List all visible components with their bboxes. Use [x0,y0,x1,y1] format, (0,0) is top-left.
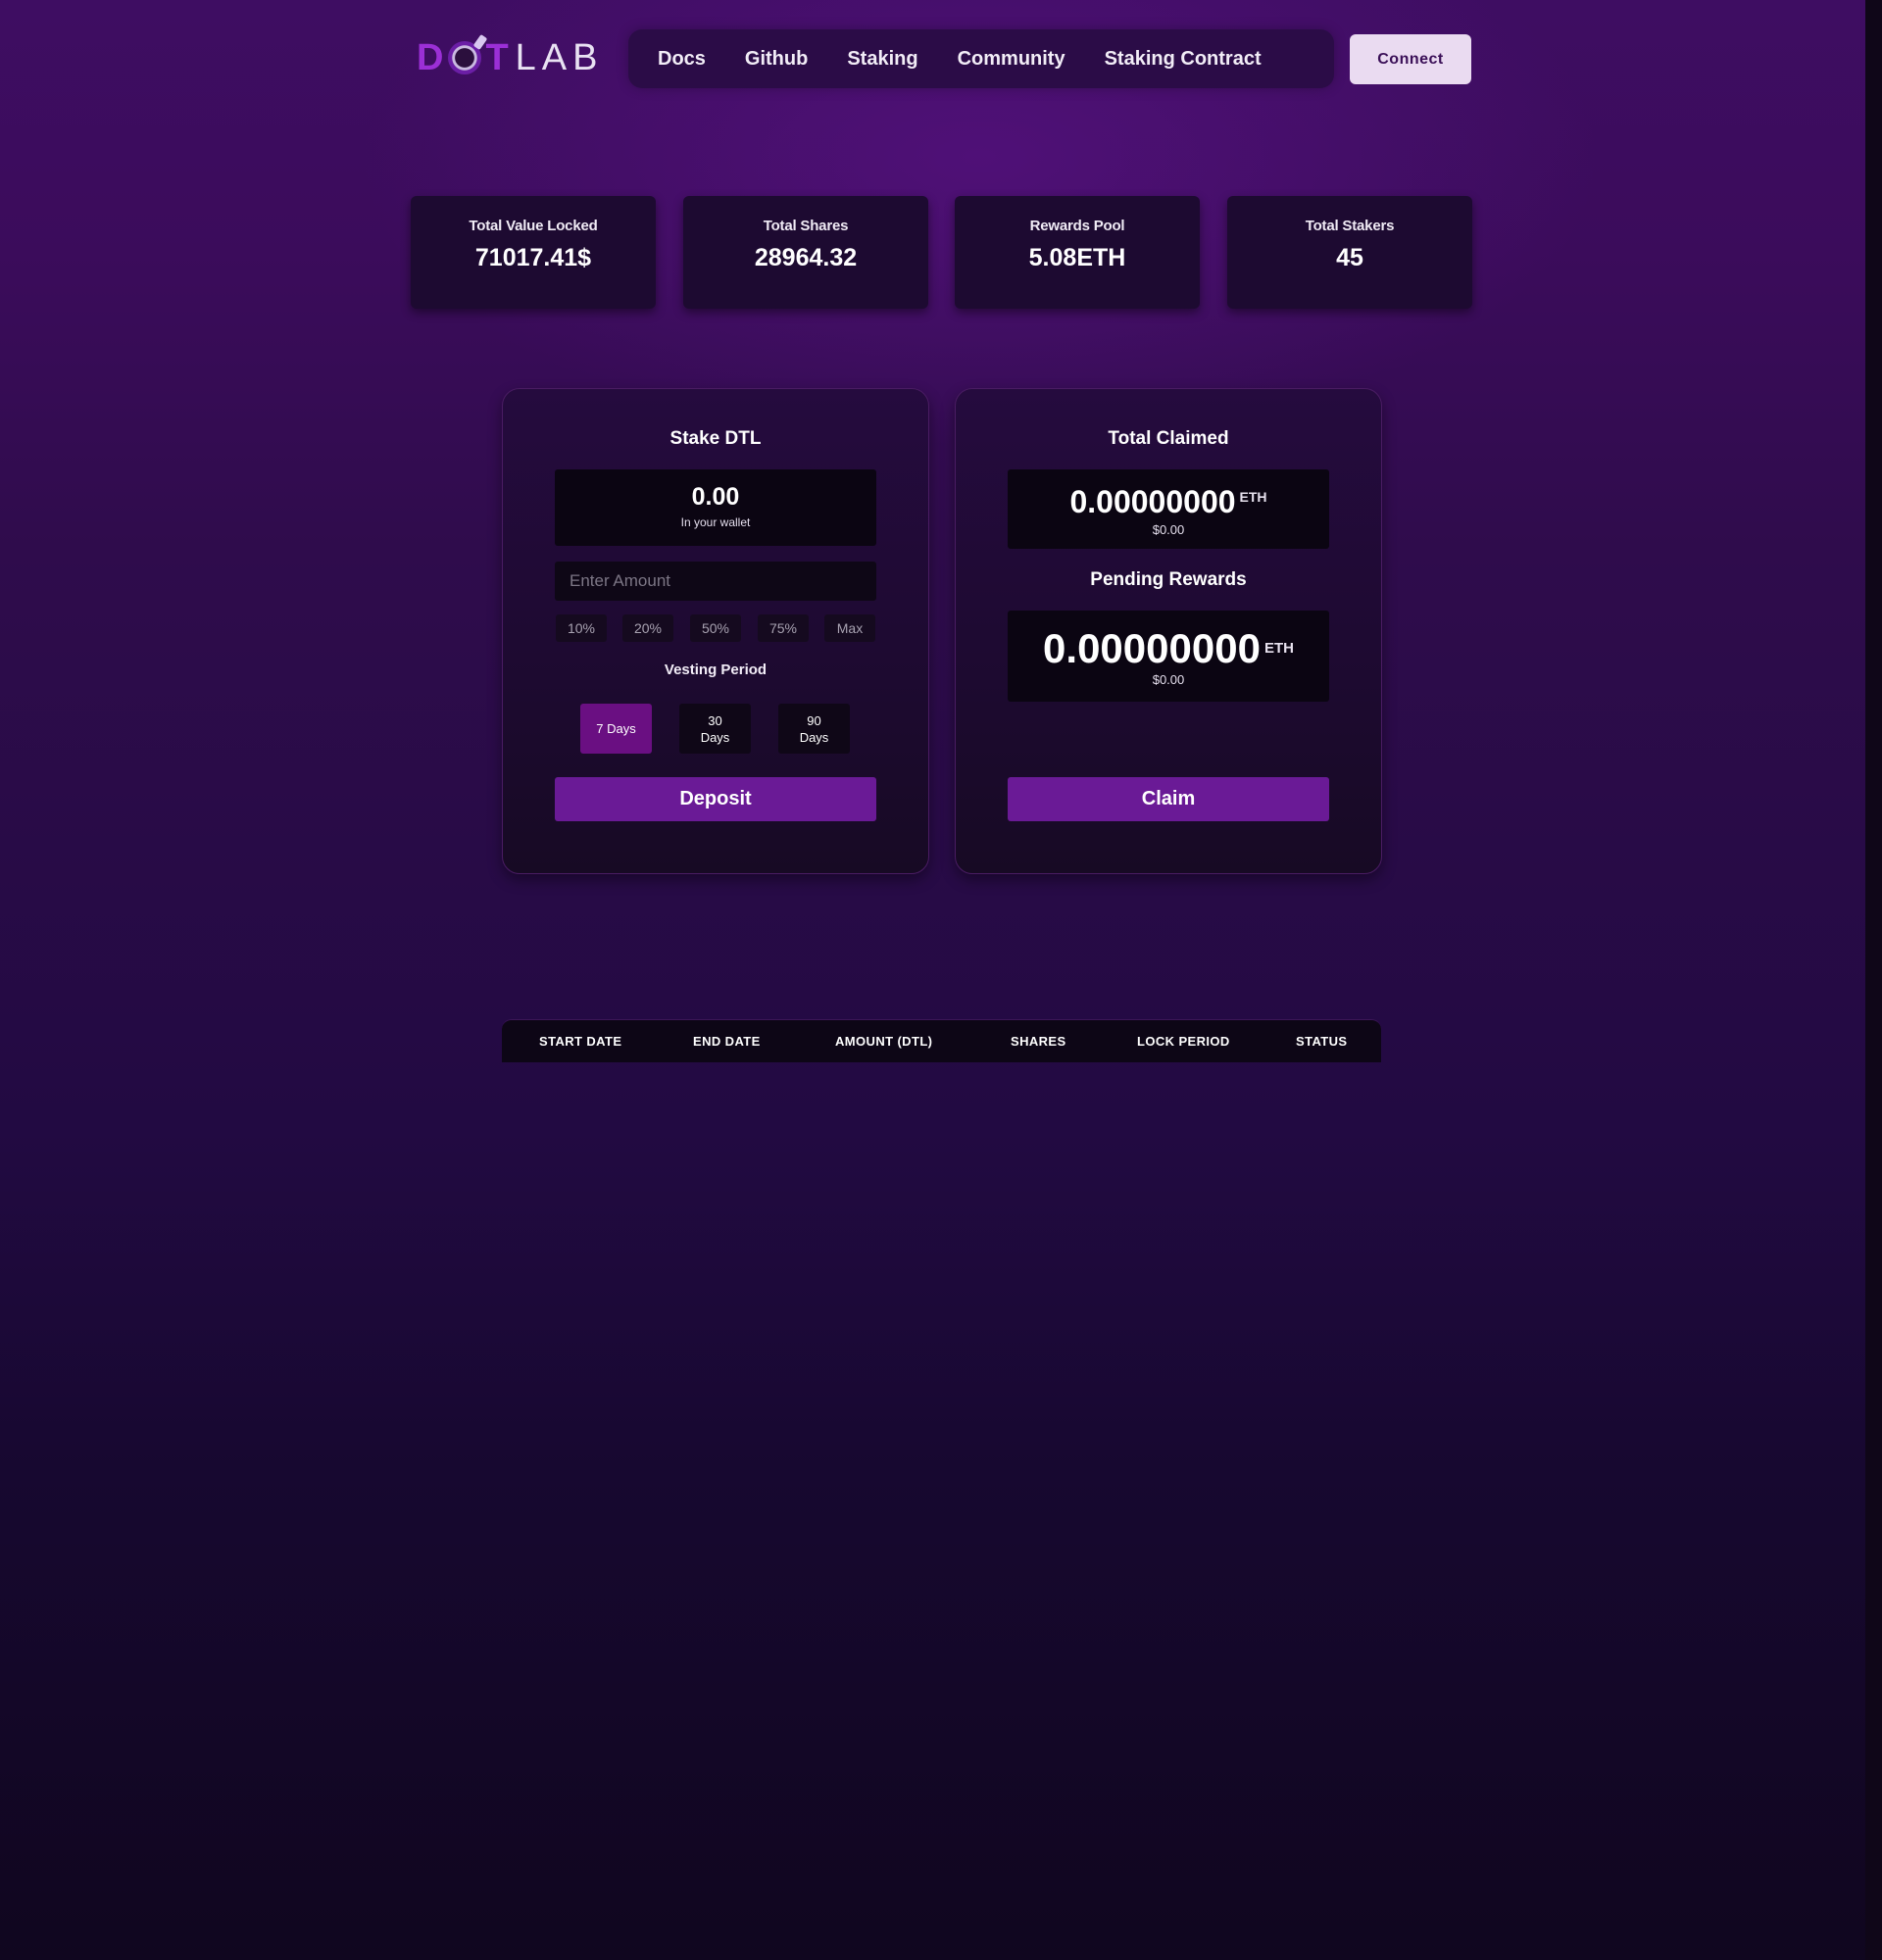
wallet-label: In your wallet [680,515,751,529]
stat-card-tvl: Total Value Locked 71017.41$ [411,196,656,309]
stat-value: 45 [1336,244,1363,271]
stat-card-rewards-pool: Rewards Pool 5.08ETH [955,196,1200,309]
column-start-date: Start Date [539,1034,622,1049]
percent-75-button[interactable]: 75% [758,614,809,642]
stakes-table-header: Start Date End Date Amount (DTL) Shares … [502,1019,1381,1062]
stat-card-total-stakers: Total Stakers 45 [1227,196,1472,309]
vesting-option-unit: Days [700,729,730,745]
stake-title: Stake DTL [669,428,762,449]
connect-button[interactable]: Connect [1350,34,1471,84]
wallet-balance-box: 0.00 In your wallet [555,469,876,546]
logo-rocket-icon [448,41,482,74]
total-claimed-box: 0.00000000 ETH $0.00 [1008,469,1329,549]
page-right-edge [1865,0,1882,1960]
logo-letter-d: D [417,36,445,78]
pending-rewards-value: 0.00000000 [1043,625,1261,671]
stat-value: 28964.32 [754,244,858,271]
stat-value: 71017.41$ [474,244,592,271]
total-claimed-value: 0.00000000 [1069,484,1236,519]
stat-label: Rewards Pool [1029,218,1125,234]
nav-github[interactable]: Github [745,48,808,71]
column-end-date: End Date [693,1034,761,1049]
vesting-option-number: 30 [708,712,722,728]
vesting-period-label: Vesting Period [664,662,768,678]
amount-input[interactable] [555,562,876,601]
total-claimed-title: Total Claimed [1108,428,1229,449]
nav-docs[interactable]: Docs [658,48,706,71]
stake-panel: Stake DTL 0.00 In your wallet 10% 20% 50… [502,388,929,874]
vesting-option-label: 7 Days [596,721,636,736]
wallet-balance: 0.00 [691,483,740,511]
nav-community[interactable]: Community [958,48,1065,71]
vesting-90-days-button[interactable]: 90 Days [778,704,850,754]
total-claimed-unit: ETH [1239,489,1267,505]
logo-text-lab: LAB [515,36,604,78]
pending-rewards-box: 0.00000000 ETH $0.00 [1008,611,1329,702]
percent-20-button[interactable]: 20% [622,614,673,642]
stat-label: Total Shares [763,218,849,234]
vesting-option-unit: Days [799,729,829,745]
stat-value: 5.08ETH [1028,244,1126,271]
dotlab-logo[interactable]: D T LAB [417,33,604,82]
pending-rewards-unit: ETH [1263,640,1294,657]
stat-label: Total Stakers [1305,218,1395,234]
percent-50-button[interactable]: 50% [690,614,741,642]
stat-label: Total Value Locked [469,218,598,234]
main-nav: Docs Github Staking Community Staking Co… [628,29,1334,88]
percent-10-button[interactable]: 10% [556,614,607,642]
deposit-button[interactable]: Deposit [555,777,876,821]
nav-staking-contract[interactable]: Staking Contract [1105,48,1262,71]
column-lock-period: Lock Period [1137,1034,1230,1049]
pending-rewards-usd: $0.00 [1152,672,1185,687]
stat-card-total-shares: Total Shares 28964.32 [683,196,928,309]
column-shares: Shares [1011,1034,1066,1049]
vesting-7-days-button[interactable]: 7 Days [580,704,652,754]
total-claimed-usd: $0.00 [1152,522,1185,537]
pending-rewards-title: Pending Rewards [1090,569,1247,590]
vesting-30-days-button[interactable]: 30 Days [679,704,751,754]
logo-letter-t: T [485,36,510,78]
rewards-panel: Total Claimed 0.00000000 ETH $0.00 Pendi… [955,388,1382,874]
nav-staking[interactable]: Staking [847,48,917,71]
vesting-option-number: 90 [807,712,821,728]
column-amount: Amount (DTL) [835,1034,933,1049]
claim-button[interactable]: Claim [1008,777,1329,821]
column-status: Status [1296,1034,1348,1049]
percent-max-button[interactable]: Max [824,614,875,642]
